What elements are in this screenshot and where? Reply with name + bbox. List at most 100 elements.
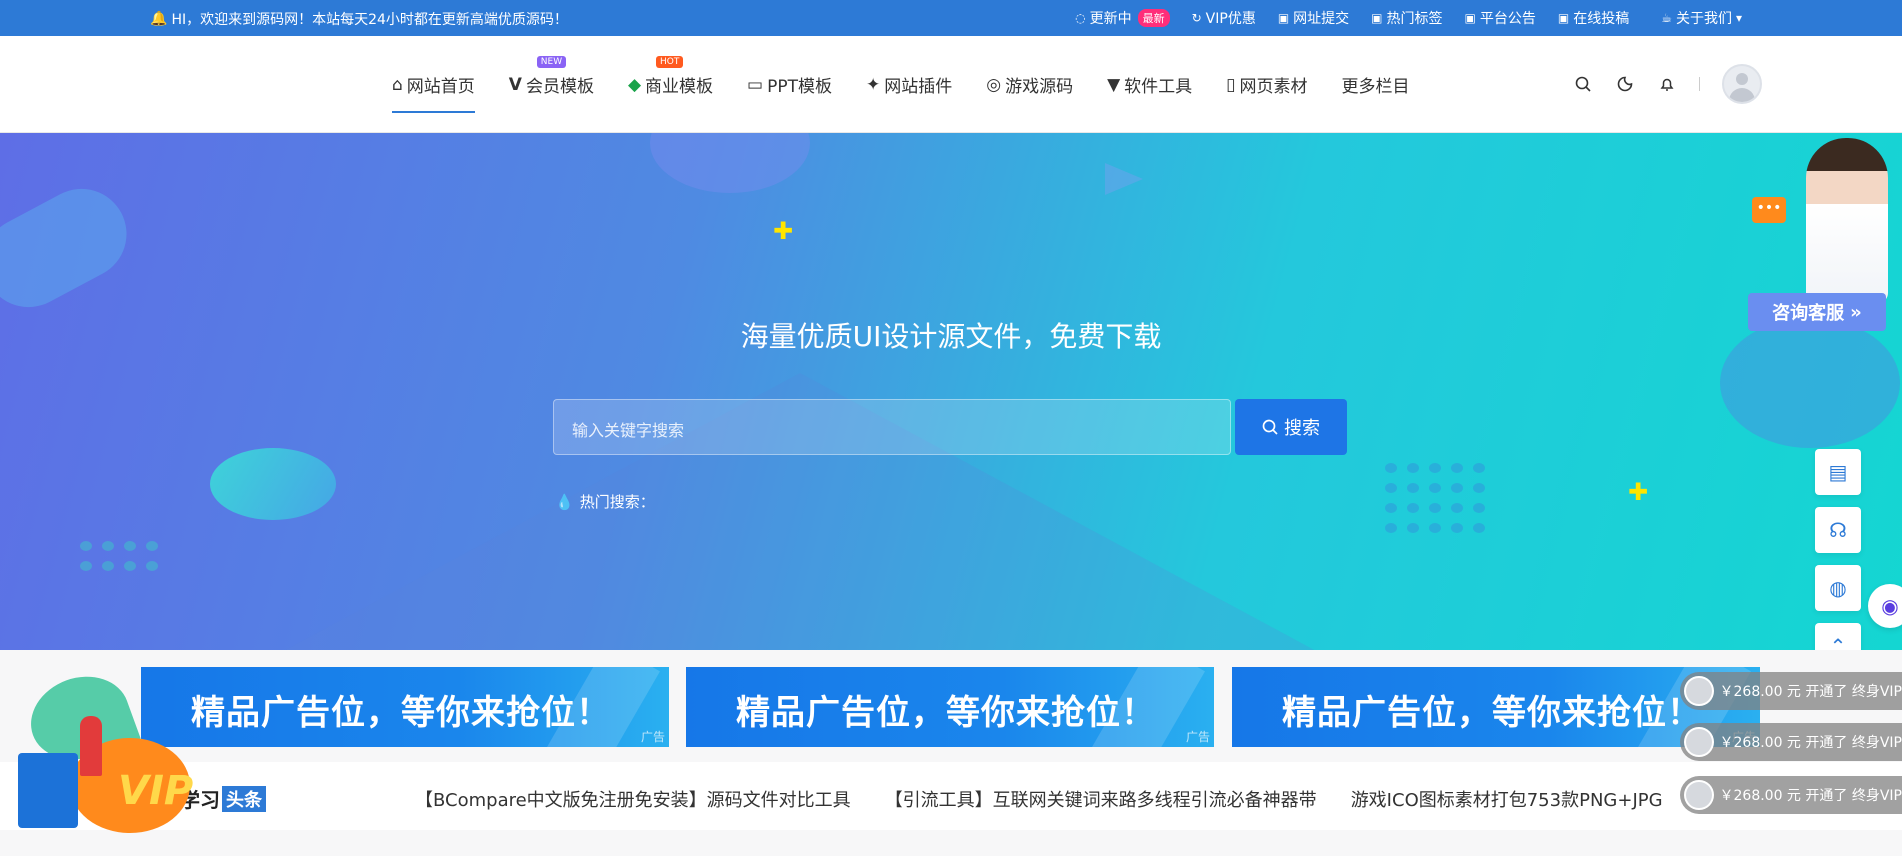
top-link-about[interactable]: ☕ 关于我们 ▾ <box>1661 8 1742 28</box>
nav-item-label: 软件工具 <box>1124 77 1193 97</box>
vip-notice-text: ￥268.00 元 开通了 终身VIP <box>1719 735 1902 751</box>
headline-item[interactable]: 游戏ICO图标素材打包753款PNG+JPG <box>1351 786 1663 812</box>
headline-bar: 学习 头条 【BCompare中文版免注册免安装】源码文件对比工具 【引流工具】… <box>0 762 1902 830</box>
nav-item-label: 网站插件 <box>884 77 953 97</box>
top-link-label: 更新中 <box>1089 11 1132 27</box>
nav-item-plugins[interactable]: ✦ 网站插件 <box>866 36 952 133</box>
user-avatar[interactable] <box>1722 64 1762 104</box>
ad-text: 精品广告位，等你来抢位！ <box>191 693 611 733</box>
customer-service-widget[interactable]: ••• 咨询客服 » <box>1720 133 1902 448</box>
nav-item-label: 商业模板 <box>645 77 714 97</box>
home-icon: ⌂ <box>392 74 403 95</box>
plugin-icon: ✦ <box>866 74 881 95</box>
headset-icon[interactable]: ☊ <box>1815 507 1861 553</box>
decor-plus: ✚ <box>773 217 794 245</box>
decor-shape <box>650 133 810 193</box>
notification-bell-icon[interactable] <box>1657 74 1677 94</box>
nav-actions <box>1573 64 1762 104</box>
monitor-icon: ▭ <box>747 74 764 95</box>
top-link-label: VIP优惠 <box>1205 11 1256 27</box>
nav-item-web-materials[interactable]: ▯ 网页素材 <box>1226 36 1307 133</box>
v-icon: V <box>508 74 522 95</box>
search-input[interactable]: 输入关键字搜索 <box>553 399 1231 455</box>
decor-shape <box>0 173 143 323</box>
nav-item-label: 网站首页 <box>406 77 475 97</box>
new-badge: 最新 <box>1137 9 1170 27</box>
ad-banner[interactable]: 精品广告位，等你来抢位！ 广告 <box>141 667 669 747</box>
top-link-vip[interactable]: ↻ VIP优惠 <box>1192 8 1256 28</box>
nav-item-home[interactable]: ⌂ 网站首页 <box>392 36 475 133</box>
nav-item-software-tools[interactable]: ▼ 软件工具 <box>1107 36 1192 133</box>
vip-notice-text: ￥268.00 元 开通了 终身VIP <box>1719 788 1902 804</box>
main-nav: ⌂ 网站首页 NEW V 会员模板 HOT ◆ 商业模板 ▭ PPT模板 ✦ 网… <box>392 36 1410 133</box>
hot-tag: HOT <box>655 56 684 68</box>
service-agent-image <box>1806 138 1888 303</box>
decor-dots <box>1385 463 1485 533</box>
theme-toggle-icon[interactable] <box>1615 74 1635 94</box>
new-tag: NEW <box>536 56 567 68</box>
search-button-label: 搜索 <box>1284 418 1320 439</box>
ad-label: 广告 <box>1185 730 1210 744</box>
vip-purchase-notice: ￥268.00 元 开通了 终身VIP <box>1680 672 1902 710</box>
logo-icon: ◆ <box>627 74 642 95</box>
nav-item-label: PPT模板 <box>767 77 832 97</box>
headline-badge: 头条 <box>222 785 266 812</box>
nav-item-more[interactable]: 更多栏目 <box>1342 36 1410 133</box>
vip-label: VIP <box>118 768 194 814</box>
refresh-icon: ↻ <box>1191 11 1202 25</box>
vip-gift-illustration[interactable]: VIP <box>10 663 200 840</box>
ad-text: 精品广告位，等你来抢位！ <box>1282 693 1702 733</box>
vip-notice-text: ￥268.00 元 开通了 终身VIP <box>1719 684 1902 700</box>
top-link-label: 关于我们 <box>1675 11 1732 27</box>
calendar-icon[interactable]: ▤ <box>1815 449 1861 495</box>
top-link-contribute[interactable]: ▣ 在线投稿 <box>1558 8 1629 28</box>
gift-icon: ▣ <box>1557 11 1570 25</box>
nav-item-ppt[interactable]: ▭ PPT模板 <box>747 36 832 133</box>
file-icon: ▯ <box>1226 74 1236 95</box>
nav-item-label: 更多栏目 <box>1341 77 1410 97</box>
avatar <box>1684 676 1714 706</box>
hot-search-label: 热门搜索： <box>579 493 655 511</box>
hero-title: 海量优质UI设计源文件，免费下载 <box>740 320 1162 353</box>
nav-item-business-templates[interactable]: HOT ◆ 商业模板 <box>628 36 713 133</box>
search-icon[interactable] <box>1573 74 1593 94</box>
top-link-announcement[interactable]: ▣ 平台公告 <box>1465 8 1536 28</box>
decor-shape <box>1720 318 1900 448</box>
gift-icon: ▣ <box>1464 11 1476 25</box>
decor-dots <box>80 541 158 571</box>
main-navbar: ⌂ 网站首页 NEW V 会员模板 HOT ◆ 商业模板 ▭ PPT模板 ✦ 网… <box>0 36 1902 133</box>
welcome-notice: 🔔 HI，欢迎来到源码网！本站每天24小时都在更新高端优质源码！ <box>150 9 568 29</box>
top-link-submit[interactable]: ▣ 网址提交 <box>1278 8 1349 28</box>
bell-icon: 🔔 <box>150 11 168 27</box>
nav-item-game-source[interactable]: ◎ 游戏源码 <box>986 36 1073 133</box>
ad-label: 广告 <box>640 730 665 744</box>
ad-banner[interactable]: 精品广告位，等你来抢位！ 广告 <box>686 667 1214 747</box>
hot-search: 💧 热门搜索： <box>555 491 655 512</box>
headline-item[interactable]: 【BCompare中文版免注册免安装】源码文件对比工具 <box>415 786 851 812</box>
top-bar: 🔔 HI，欢迎来到源码网！本站每天24小时都在更新高端优质源码！ ◌ 更新中 最… <box>0 0 1902 36</box>
search-button[interactable]: 搜索 <box>1235 399 1347 455</box>
top-link-label: 网址提交 <box>1293 11 1350 27</box>
top-link-updating[interactable]: ◌ 更新中 最新 <box>1075 8 1170 28</box>
coffee-icon: ☕ <box>1661 11 1672 25</box>
nav-item-label: 会员模板 <box>525 77 594 97</box>
decor-plus: ✚ <box>1628 478 1649 506</box>
nav-item-label: 游戏源码 <box>1005 77 1074 97</box>
ad-text: 精品广告位，等你来抢位！ <box>736 693 1156 733</box>
headline-item[interactable]: 【引流工具】互联网关键词来路多线程引流必备神器带 <box>885 786 1317 812</box>
spinner-icon: ◌ <box>1075 11 1086 25</box>
consult-service-button[interactable]: 咨询客服 » <box>1748 293 1886 331</box>
nav-item-label: 网页素材 <box>1239 77 1308 97</box>
gift-icon: ▣ <box>1277 11 1290 25</box>
decor-triangle <box>1105 163 1143 195</box>
consult-service-label: 咨询客服 <box>1772 303 1845 324</box>
wechat-icon[interactable]: ◍ <box>1815 565 1861 611</box>
html5-icon: ▼ <box>1107 74 1121 95</box>
nav-item-member-templates[interactable]: NEW V 会员模板 <box>509 36 594 133</box>
floating-toolbar: ▤ ☊ ◍ ⌃ <box>1815 449 1861 669</box>
double-chevron-right-icon: » <box>1850 301 1862 323</box>
avatar <box>1684 780 1714 810</box>
vip-purchase-notice: ￥268.00 元 开通了 终身VIP <box>1680 776 1902 814</box>
top-link-tags[interactable]: ▣ 热门标签 <box>1371 8 1442 28</box>
top-link-label: 平台公告 <box>1479 11 1536 27</box>
